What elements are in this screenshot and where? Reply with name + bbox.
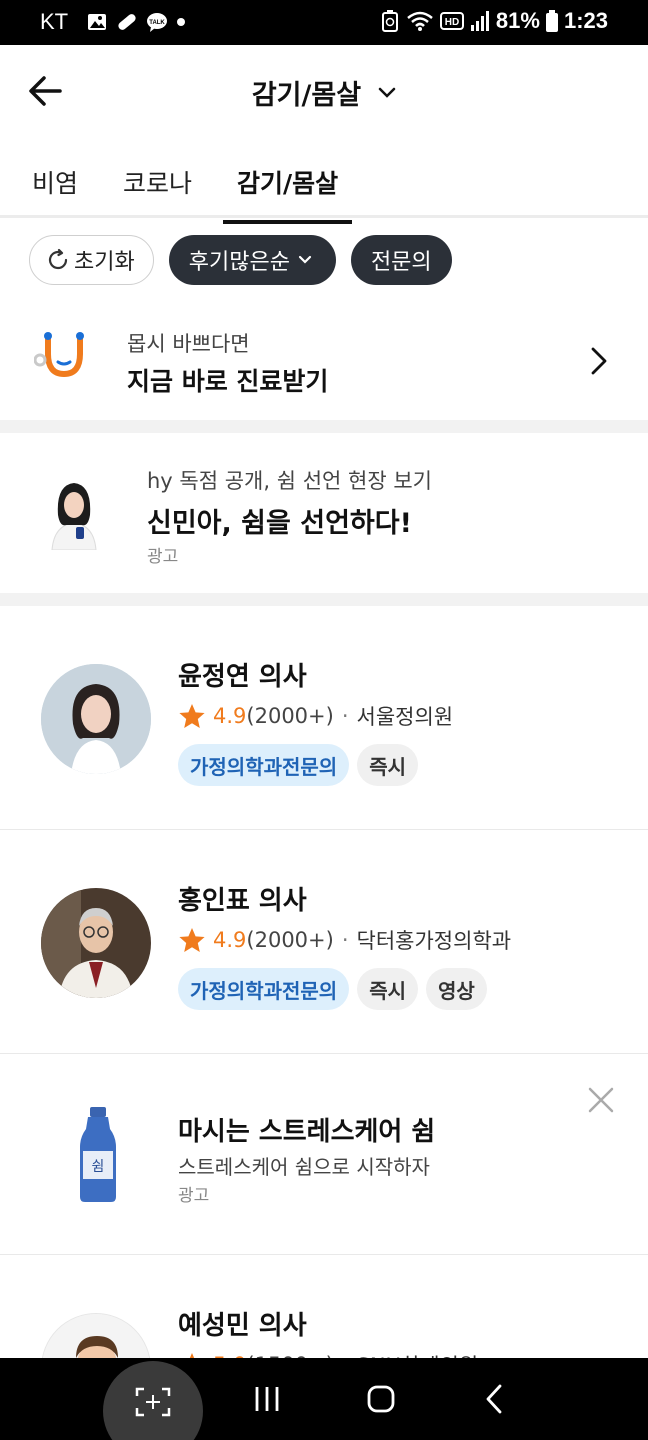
notification-icons: TALK: [86, 11, 186, 33]
reset-filter-button[interactable]: 초기화: [29, 235, 154, 285]
doctor-photo: [41, 664, 151, 774]
section-divider: [0, 593, 648, 606]
separator-dot: ·: [341, 704, 349, 728]
star-icon: [179, 928, 205, 952]
doctor-rating-row: 4.9 (2000+) · 서울정의원: [178, 701, 453, 731]
doctor-name: 홍인표 의사: [178, 886, 307, 916]
ad-bottom-title: 마시는 스트레스케어 쉼: [178, 1117, 436, 1147]
specialist-label: 전문의: [370, 250, 432, 275]
specialty-tag: 가정의학과전문의: [178, 744, 350, 786]
tab-cold-flu[interactable]: 감기/몸살: [223, 164, 353, 224]
hd-icon: HD: [439, 12, 464, 30]
signal-icon: [470, 11, 489, 31]
filter-bar: 초기화 후기많은순 전문의: [29, 235, 452, 285]
review-count: (2000+): [246, 928, 334, 952]
battery-saver-icon: [381, 10, 398, 32]
quick-consult-banner[interactable]: 몹시 바쁘다면 지금 바로 진료받기: [0, 300, 648, 420]
doctor-tags: 가정의학과전문의 즉시 영상: [178, 968, 487, 1010]
talk-icon: TALK: [147, 13, 167, 32]
image-icon: [88, 14, 106, 30]
chevron-right-icon: [591, 347, 607, 375]
dot-icon: [177, 18, 185, 26]
section-divider: [0, 420, 648, 433]
ad-label: 광고: [178, 1186, 210, 1206]
home-icon[interactable]: [366, 1384, 396, 1414]
tab-corona[interactable]: 코로나: [123, 164, 192, 220]
tab-rhinitis[interactable]: 비염: [32, 164, 78, 220]
battery-icon: [545, 10, 558, 32]
reset-filter-label: 초기화: [74, 250, 135, 275]
pill-icon: [118, 14, 136, 30]
doctor-name: 예성민 의사: [178, 1311, 307, 1341]
close-icon[interactable]: [588, 1087, 614, 1113]
sort-dropdown[interactable]: 후기많은순: [168, 235, 336, 285]
drink-bottle-thumbnail: 쉼: [80, 1107, 116, 1202]
instant-tag: 즉시: [357, 968, 419, 1010]
ad-banner-bottom[interactable]: 쉼 마시는 스트레스케어 쉼 스트레스케어 쉼으로 시작하자 광고: [0, 1055, 648, 1255]
specialist-filter-button[interactable]: 전문의: [350, 235, 452, 285]
ad-top-title: 신민아, 쉼을 선언하다!: [147, 508, 412, 539]
avatar: [41, 888, 151, 998]
category-dropdown[interactable]: 감기/몸살: [0, 73, 648, 112]
ad-banner-top[interactable]: hy 독점 공개, 쉼 선언 현장 보기 신민아, 쉼을 선언하다! 광고: [0, 433, 648, 593]
clock: 1:23: [563, 8, 608, 33]
stethoscope-icon: [34, 332, 84, 378]
carrier-label: KT: [40, 9, 69, 34]
ad-person-thumbnail: [51, 483, 97, 550]
doctor-name: 윤정연 의사: [178, 662, 307, 692]
wifi-icon: [407, 11, 433, 31]
chevron-down-icon: [378, 87, 396, 98]
review-count: (2000+): [246, 704, 334, 728]
avatar: [41, 664, 151, 774]
doctor-card[interactable]: 홍인표 의사 4.9 (2000+) · 닥터홍가정의학과 가정의학과전문의 즉…: [0, 832, 648, 1054]
doctor-card[interactable]: 윤정연 의사 4.9 (2000+) · 서울정의원 가정의학과전문의 즉시: [0, 608, 648, 830]
video-tag: 영상: [426, 968, 487, 1010]
doctor-tags: 가정의학과전문의 즉시: [178, 744, 419, 786]
clinic-name: 닥터홍가정의학과: [356, 929, 512, 953]
capture-button[interactable]: [103, 1361, 203, 1440]
rating-value: 4.9: [213, 928, 247, 952]
svg-text:쉼: 쉼: [92, 1159, 105, 1175]
svg-text:TALK: TALK: [149, 20, 165, 26]
ad-label: 광고: [147, 547, 179, 567]
category-tabs: 비염 코로나 감기/몸살: [0, 150, 648, 224]
system-status: HD 81% 1:23: [380, 8, 608, 34]
clinic-name: 서울정의원: [356, 705, 454, 729]
sort-label: 후기많은순: [188, 250, 290, 275]
battery-percent: 81%: [495, 8, 540, 33]
system-nav-bar: [0, 1358, 648, 1440]
quick-consult-subtitle: 몹시 바쁘다면: [127, 332, 250, 356]
ad-bottom-subtitle: 스트레스케어 쉼으로 시작하자: [178, 1155, 430, 1179]
doctor-photo: [41, 888, 151, 998]
recents-icon[interactable]: [253, 1384, 281, 1414]
svg-text:HD: HD: [445, 17, 459, 28]
specialty-tag: 가정의학과전문의: [178, 968, 350, 1010]
back-icon[interactable]: [484, 1384, 504, 1414]
star-icon: [179, 704, 205, 728]
app-header: 감기/몸살: [0, 45, 648, 140]
page-title: 감기/몸살: [251, 80, 362, 111]
quick-consult-title: 지금 바로 진료받기: [127, 367, 329, 396]
doctor-rating-row: 4.9 (2000+) · 닥터홍가정의학과: [178, 925, 511, 955]
separator-dot: ·: [341, 928, 349, 952]
rating-value: 4.9: [213, 704, 247, 728]
refresh-icon: [48, 248, 68, 270]
capture-icon: [135, 1387, 171, 1417]
ad-top-subtitle: hy 독점 공개, 쉼 선언 현장 보기: [147, 469, 432, 493]
chevron-down-icon: [298, 255, 312, 264]
status-bar: KT TALK HD 81% 1:23: [0, 0, 648, 45]
instant-tag: 즉시: [357, 744, 419, 786]
